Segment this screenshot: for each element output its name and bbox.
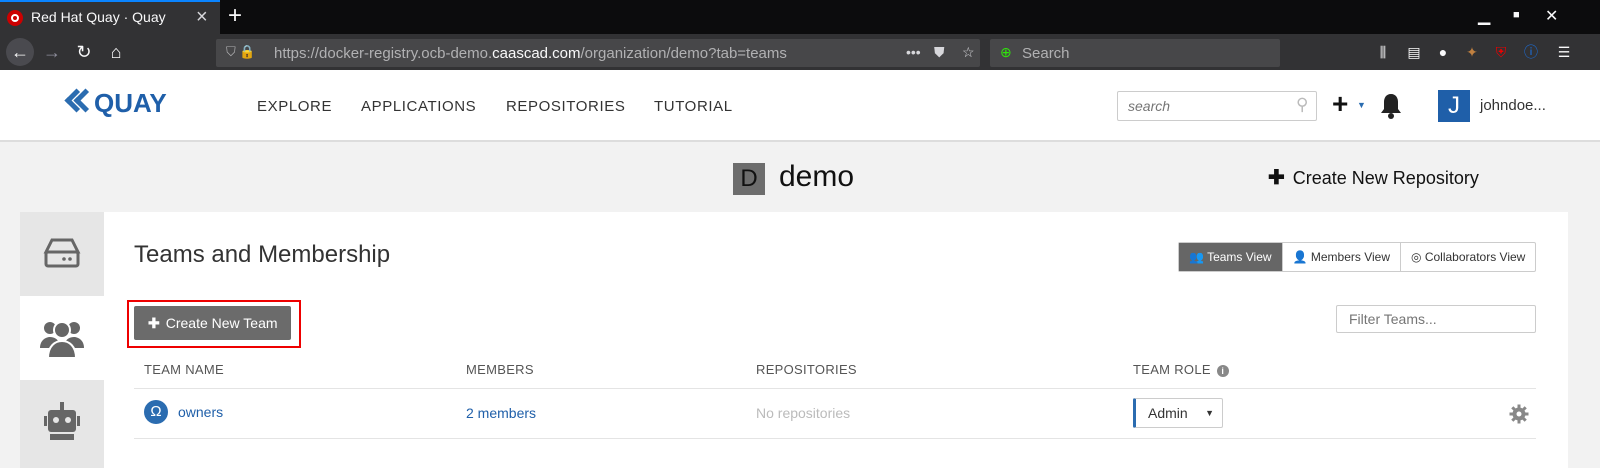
extension-squirrel-icon[interactable]: ✦ <box>1463 43 1481 61</box>
home-icon[interactable]: ⌂ <box>102 38 130 66</box>
search-icon: ⚲ <box>1296 95 1309 114</box>
teams-users-icon <box>40 321 84 359</box>
search-engine-icon: ⊕ <box>1000 44 1012 60</box>
view-toggle-group: 👥 Teams View 👤 Members View ◎ Collaborat… <box>1178 242 1537 272</box>
library-icon[interactable]: ⫼ <box>1374 43 1392 61</box>
column-header-members[interactable]: MEMBERS <box>466 362 534 377</box>
team-members-link[interactable]: 2 members <box>466 405 536 421</box>
user-avatar[interactable]: J <box>1438 90 1470 122</box>
chevron-down-icon: ▼ <box>1205 408 1214 418</box>
plus-icon: ✚ <box>1268 167 1285 189</box>
back-arrow-icon[interactable]: ← <box>6 38 34 66</box>
quay-logo[interactable]: QUAY <box>64 88 167 124</box>
maximize-window-icon[interactable]: ■ <box>1513 9 1520 21</box>
url-text: https://docker-registry.ocb-demo.caascad… <box>274 45 787 62</box>
gear-icon[interactable] <box>1509 404 1529 424</box>
pocket-icon[interactable]: ⛊ <box>934 44 945 61</box>
team-role-select[interactable]: Admin ▼ <box>1133 398 1223 428</box>
browser-search-bar[interactable]: ⊕ Search <box>990 39 1280 67</box>
org-avatar: D <box>733 163 765 195</box>
browser-search-placeholder: Search <box>1022 45 1070 62</box>
tab-teams[interactable] <box>20 296 104 380</box>
reload-icon[interactable]: ↻ <box>70 38 98 66</box>
nav-repositories[interactable]: REPOSITORIES <box>506 98 625 115</box>
column-header-team-role[interactable]: TEAM ROLE i <box>1133 362 1229 377</box>
close-tab-icon[interactable]: × <box>196 6 208 29</box>
account-icon[interactable]: ● <box>1434 43 1452 61</box>
user-icon: 👤 <box>1292 250 1308 264</box>
menu-hamburger-icon[interactable]: ☰ <box>1555 43 1573 61</box>
table-divider <box>134 388 1536 389</box>
info-icon[interactable]: i <box>1216 365 1229 377</box>
column-header-repositories[interactable]: REPOSITORIES <box>756 362 857 377</box>
users-icon: 👥 <box>1189 250 1204 264</box>
header-search-input[interactable] <box>1117 91 1317 121</box>
org-sidebar <box>20 212 104 468</box>
team-name-link[interactable]: owners <box>178 404 223 420</box>
team-repositories-text: No repositories <box>756 405 851 421</box>
column-header-team-name[interactable]: TEAM NAME <box>144 362 224 377</box>
page-actions-icon[interactable]: ••• <box>906 44 921 60</box>
forward-arrow-icon[interactable]: → <box>38 38 66 66</box>
browser-tab-bar: Red Hat Quay · Quay × + ▁ ■ ✕ <box>0 0 1600 34</box>
sidebar-icon[interactable]: ▤ <box>1405 43 1423 61</box>
robot-icon <box>44 402 80 440</box>
minimize-window-icon[interactable]: ▁ <box>1478 6 1490 26</box>
browser-tab-active[interactable]: Red Hat Quay · Quay × <box>0 0 220 34</box>
members-view-button[interactable]: 👤 Members View <box>1281 243 1400 271</box>
chevron-down-icon[interactable]: ▼ <box>1357 100 1366 110</box>
password-manager-icon[interactable]: ⓘ <box>1522 43 1540 61</box>
section-title: Teams and Membership <box>134 241 391 268</box>
create-new-repository-button[interactable]: ✚ Create New Repository <box>1268 165 1479 190</box>
notifications-bell-icon[interactable] <box>1378 92 1404 120</box>
nav-tutorial[interactable]: TUTORIAL <box>654 98 733 115</box>
table-divider <box>134 438 1536 439</box>
create-plus-icon[interactable]: + <box>1332 88 1348 120</box>
ublock-icon[interactable]: ⛨ <box>1492 43 1510 61</box>
browser-nav-bar: ← → ↻ ⌂ ⛉ 🔒 https://docker-registry.ocb-… <box>0 34 1600 70</box>
teams-view-button[interactable]: 👥 Teams View <box>1179 243 1282 271</box>
org-name-title: demo <box>779 160 855 193</box>
bookmark-star-icon[interactable]: ☆ <box>962 44 975 61</box>
url-bar[interactable]: ⛉ 🔒 https://docker-registry.ocb-demo.caa… <box>216 39 980 67</box>
username-label[interactable]: johndoe... <box>1480 97 1546 114</box>
plus-icon: ✚ <box>148 315 160 331</box>
browser-tab-title: Red Hat Quay · Quay <box>31 9 166 25</box>
quay-favicon-icon <box>7 10 23 26</box>
quay-header: QUAY EXPLORE APPLICATIONS REPOSITORIES T… <box>0 70 1600 142</box>
tab-repositories[interactable] <box>20 212 104 296</box>
new-tab-icon[interactable]: + <box>228 2 242 30</box>
collaborators-view-button[interactable]: ◎ Collaborators View <box>1400 243 1535 271</box>
team-omega-icon: Ω <box>144 400 168 424</box>
repository-drive-icon <box>43 238 81 268</box>
site-info-shield-icon[interactable]: ⛉ 🔒 <box>226 44 256 60</box>
close-window-icon[interactable]: ✕ <box>1545 6 1558 26</box>
filter-teams-input[interactable] <box>1336 305 1536 333</box>
create-new-team-button[interactable]: ✚ Create New Team <box>134 306 291 340</box>
quay-logo-icon <box>64 88 92 116</box>
tab-robot-accounts[interactable] <box>20 380 104 464</box>
nav-explore[interactable]: EXPLORE <box>257 98 332 115</box>
user-circle-icon: ◎ <box>1411 250 1422 264</box>
nav-applications[interactable]: APPLICATIONS <box>361 98 476 115</box>
